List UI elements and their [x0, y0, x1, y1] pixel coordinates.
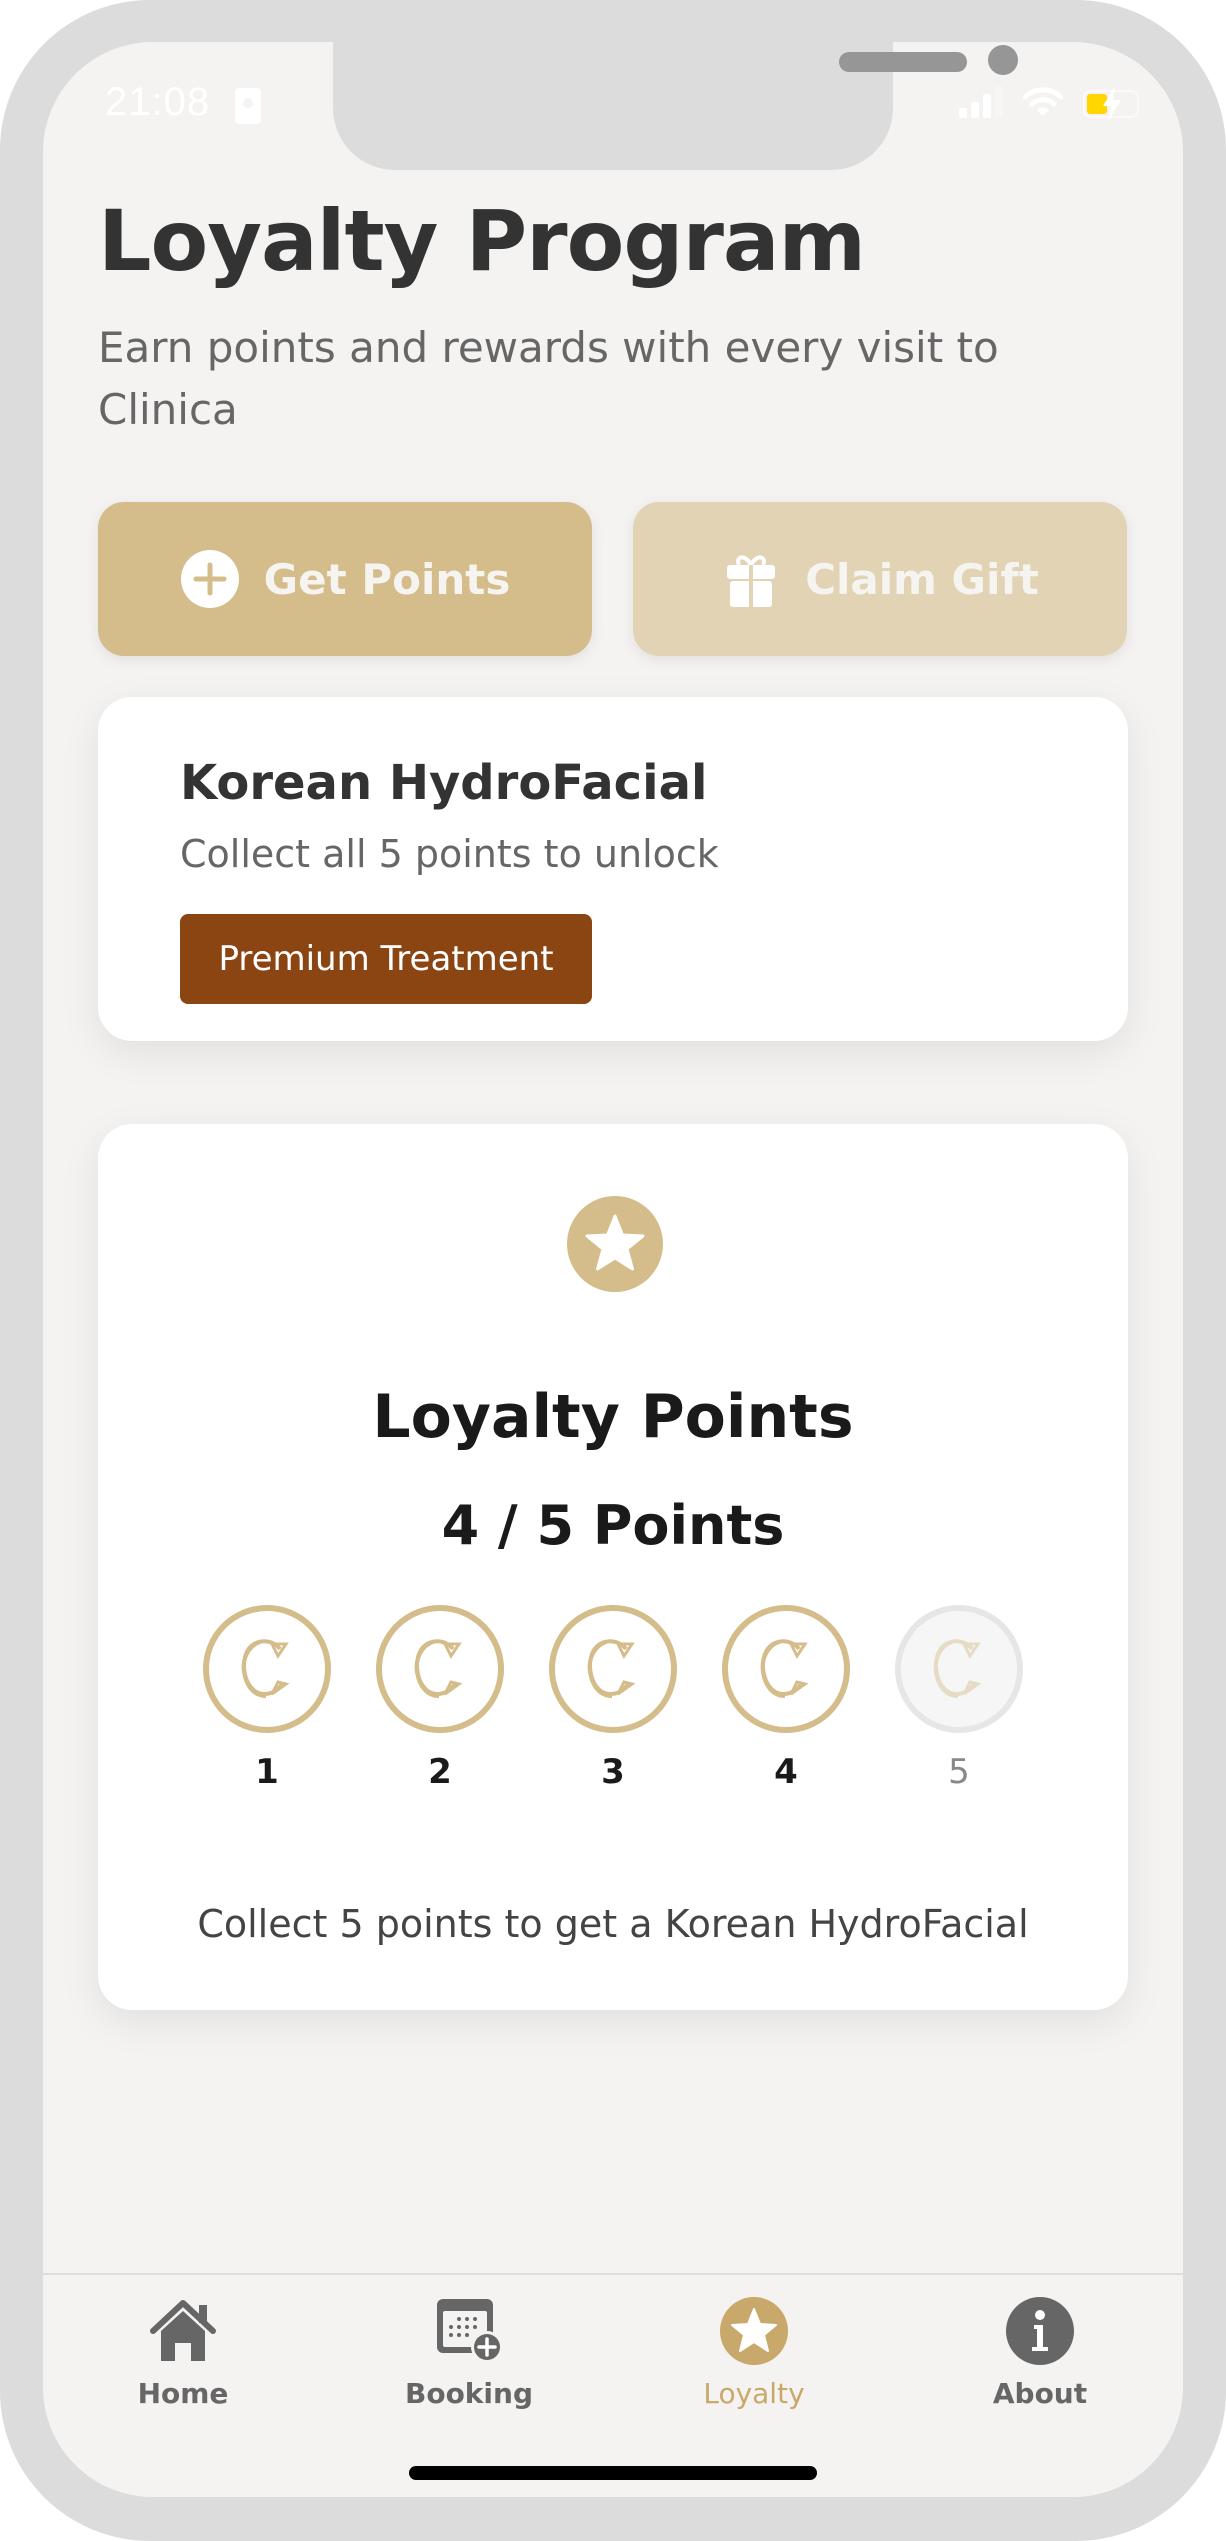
plus-circle-icon	[180, 550, 239, 608]
reward-card[interactable]: Korean HydroFacial Collect all 5 points …	[98, 697, 1128, 1041]
home-indicator[interactable]	[409, 2466, 817, 2480]
coin-logo-icon	[895, 1605, 1023, 1733]
reward-description: Collect all 5 points to unlock	[180, 832, 719, 876]
phone-frame: 21:08 Loyalty Program Earn points and re…	[0, 0, 1226, 2541]
tab-loyalty[interactable]: Loyalty	[654, 2295, 854, 2410]
reward-title: Korean HydroFacial	[180, 755, 708, 811]
star-circle-icon	[720, 2297, 788, 2365]
coin-logo-icon	[203, 1605, 331, 1733]
coin-number: 4	[774, 1752, 798, 1792]
page-subtitle: Earn points and rewards with every visit…	[98, 323, 999, 434]
get-points-button[interactable]: Get Points	[98, 502, 592, 656]
calendar-add-icon	[437, 2299, 503, 2363]
claim-gift-button[interactable]: Claim Gift	[633, 502, 1127, 656]
tab-booking[interactable]: Booking	[369, 2295, 569, 2410]
page-title: Loyalty Program	[98, 192, 866, 290]
speaker	[839, 52, 967, 72]
points-coins: 1 2 3 4 5	[98, 1604, 1128, 1792]
claim-gift-label: Claim Gift	[805, 554, 1039, 604]
points-count: 4 / 5 Points	[441, 1494, 785, 1557]
coin-locked: 5	[894, 1604, 1024, 1792]
coin-collected: 3	[548, 1604, 678, 1792]
tab-home-label: Home	[137, 2377, 229, 2410]
coin-number: 1	[255, 1752, 279, 1792]
coin-logo-icon	[722, 1605, 850, 1733]
loyalty-points-card: Loyalty Points 4 / 5 Points 1 2 3 4 5 Collec…	[98, 1124, 1128, 2010]
info-circle-icon	[1006, 2297, 1074, 2365]
signal-icon	[959, 86, 1003, 118]
battery-charging-icon	[1083, 86, 1139, 122]
tab-loyalty-label: Loyalty	[703, 2377, 805, 2410]
camera	[988, 45, 1018, 75]
id-badge-icon	[235, 88, 261, 124]
coin-logo-icon	[549, 1605, 677, 1733]
premium-treatment-badge: Premium Treatment	[180, 914, 592, 1004]
coin-logo-icon	[376, 1605, 504, 1733]
coin-number: 2	[428, 1752, 452, 1792]
coin-collected: 4	[721, 1604, 851, 1792]
coin-number: 3	[601, 1752, 625, 1792]
tab-bar: Home Booking Loyalty About	[43, 2273, 1183, 2497]
home-icon	[150, 2300, 216, 2361]
points-title: Loyalty Points	[372, 1382, 854, 1452]
wifi-icon	[1023, 87, 1063, 116]
points-footer: Collect 5 points to get a Korean HydroFa…	[197, 1902, 1029, 1946]
star-icon	[567, 1196, 663, 1292]
gift-icon	[727, 555, 776, 607]
coin-number: 5	[948, 1752, 970, 1792]
tab-booking-label: Booking	[404, 2377, 533, 2410]
notch	[333, 42, 1018, 170]
tab-home[interactable]: Home	[83, 2295, 283, 2410]
get-points-label: Get Points	[263, 554, 511, 604]
tab-about[interactable]: About	[940, 2295, 1140, 2410]
coin-collected: 1	[202, 1604, 332, 1792]
coin-collected: 2	[375, 1604, 505, 1792]
status-time: 21:08	[105, 80, 211, 124]
screen: 21:08 Loyalty Program Earn points and re…	[43, 42, 1183, 2497]
status-icons	[959, 86, 1139, 122]
tab-about-label: About	[992, 2377, 1088, 2410]
